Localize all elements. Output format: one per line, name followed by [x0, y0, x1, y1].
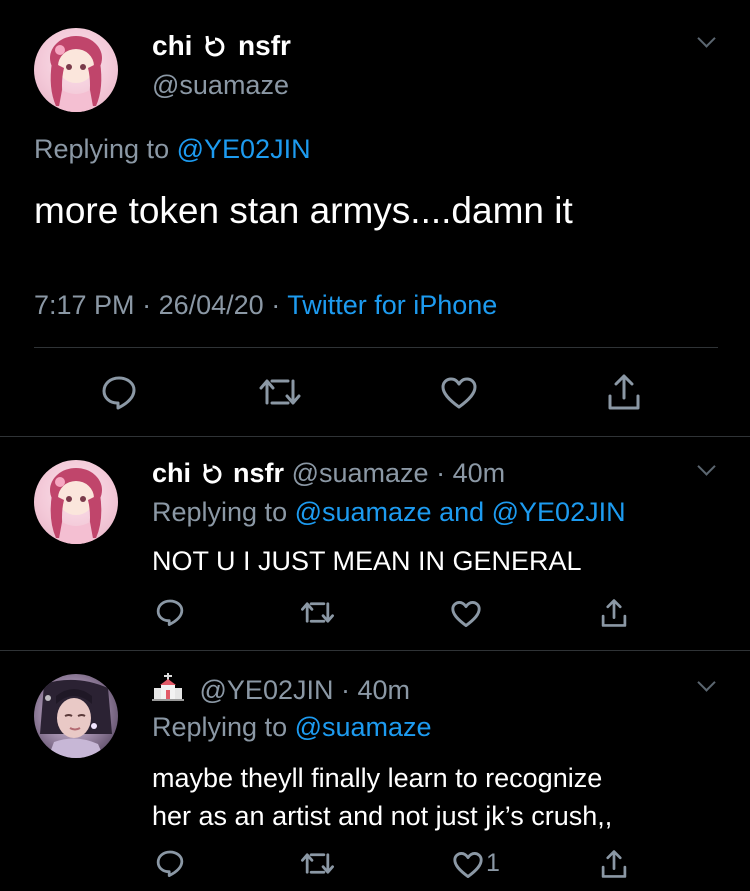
tweet-source[interactable]: Twitter for iPhone	[287, 290, 497, 320]
avatar[interactable]	[34, 460, 118, 544]
repeat-icon	[202, 461, 223, 492]
avatar[interactable]	[34, 674, 118, 758]
divider	[0, 650, 750, 651]
divider	[34, 347, 718, 348]
retweet-icon[interactable]	[258, 375, 302, 409]
replying-to: Replying to @suamaze	[152, 712, 432, 743]
reply-icon[interactable]	[155, 597, 185, 627]
chevron-down-icon[interactable]	[697, 673, 716, 692]
retweet-icon[interactable]	[300, 850, 335, 877]
share-icon[interactable]	[600, 597, 628, 629]
display-name-suffix[interactable]: nsfr	[233, 458, 284, 488]
reply-header: chi nsfr @suamaze · 40m	[152, 458, 505, 492]
replying-label: Replying to	[152, 712, 288, 742]
reply-icon[interactable]	[155, 848, 185, 878]
chevron-down-icon[interactable]	[697, 29, 716, 48]
tweet-text: maybe theyll finally learn to recognize	[152, 763, 603, 793]
chevron-down-icon[interactable]	[697, 457, 716, 476]
replying-label: Replying to	[34, 134, 170, 164]
divider	[0, 436, 750, 437]
like-icon[interactable]	[450, 600, 482, 628]
replying-label: Replying to	[152, 497, 288, 527]
like-count: 1	[486, 849, 500, 877]
handle[interactable]: @suamaze	[292, 458, 429, 488]
like-icon[interactable]	[440, 376, 478, 410]
replying-to: Replying to @suamaze and @YE02JIN	[152, 497, 626, 528]
tweet-meta: 7:17 PM · 26/04/20 · Twitter for iPhone	[34, 290, 498, 320]
mention-link[interactable]: @suamaze	[295, 712, 432, 742]
tweet-time: 7:17 PM	[34, 290, 135, 320]
tweet-text: NOT U I JUST MEAN IN GENERAL	[152, 546, 582, 576]
display-name[interactable]: chi nsfr	[152, 30, 291, 65]
mention-link[interactable]: @suamaze and @YE02JIN	[295, 497, 626, 527]
share-icon[interactable]	[606, 372, 642, 412]
church-emoji-icon	[152, 673, 186, 710]
reply-icon[interactable]	[100, 373, 138, 411]
share-icon[interactable]	[600, 848, 628, 880]
reply-header: @YE02JIN · 40m	[152, 673, 410, 710]
avatar[interactable]	[34, 28, 118, 112]
retweet-icon[interactable]	[300, 599, 335, 626]
timestamp: 40m	[357, 675, 411, 705]
tweet-text: her as an artist and not just jk’s crush…	[152, 801, 613, 831]
handle[interactable]: @suamaze	[152, 70, 289, 101]
tweet-text: more token stan armys....damn it	[34, 190, 573, 231]
repeat-icon	[204, 33, 226, 65]
replying-to: Replying to @YE02JIN	[34, 134, 311, 165]
like-icon[interactable]	[452, 851, 484, 879]
display-name[interactable]: chi	[152, 458, 191, 488]
handle[interactable]: @YE02JIN	[200, 675, 334, 705]
tweet-date: 26/04/20	[158, 290, 264, 320]
timestamp: 40m	[452, 458, 506, 488]
mention-link[interactable]: @YE02JIN	[177, 134, 311, 164]
